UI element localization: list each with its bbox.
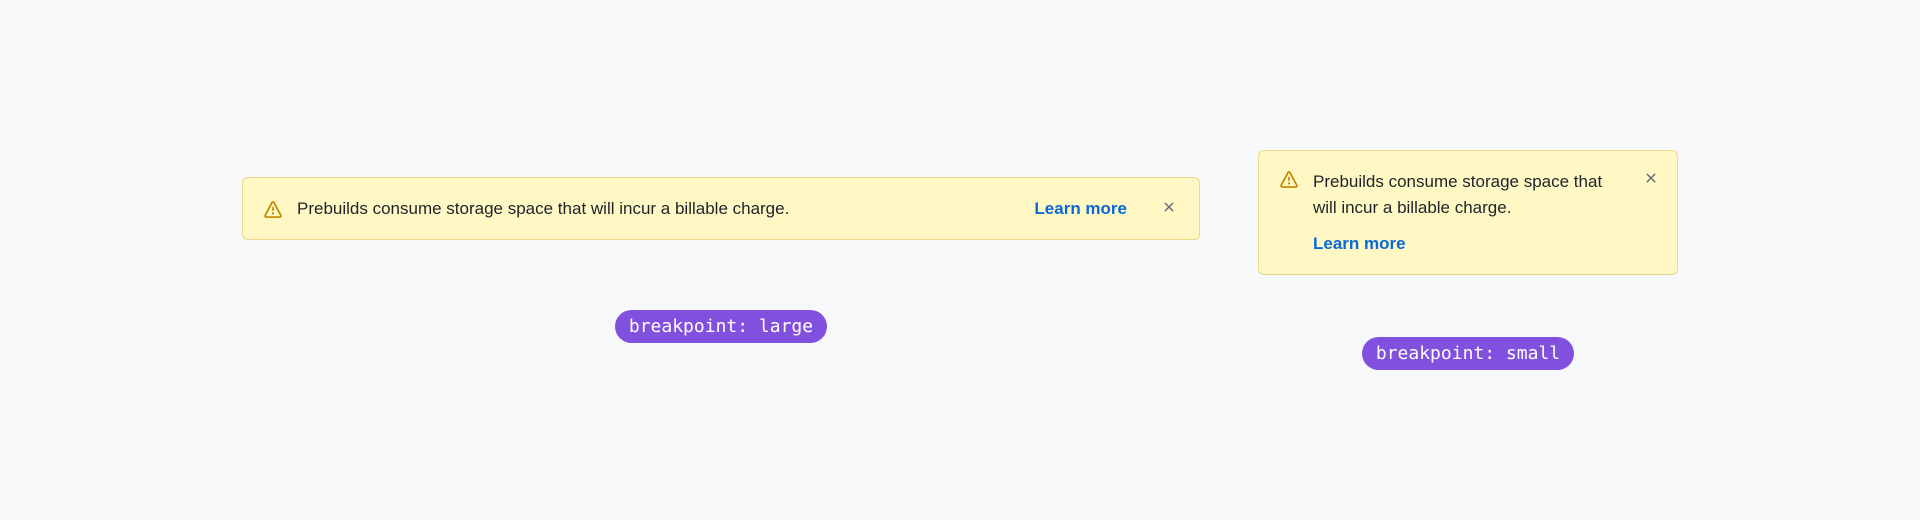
banner-text-block: Prebuilds consume storage space that wil… <box>1313 169 1629 220</box>
page-container: Prebuilds consume storage space that wil… <box>0 0 1920 520</box>
breakpoint-badge-small: breakpoint: small <box>1362 337 1574 370</box>
banner-content: Prebuilds consume storage space that wil… <box>263 196 1155 222</box>
close-icon <box>1643 170 1659 189</box>
close-button[interactable] <box>1159 199 1179 219</box>
breakpoint-badge-large: breakpoint: large <box>615 310 827 343</box>
banner-action-row: Learn more <box>1279 234 1657 254</box>
learn-more-link[interactable]: Learn more <box>1034 199 1127 219</box>
close-button[interactable] <box>1641 169 1661 189</box>
alert-icon <box>1279 170 1299 190</box>
warning-banner-large: Prebuilds consume storage space that wil… <box>242 177 1200 241</box>
learn-more-link[interactable]: Learn more <box>1313 234 1406 253</box>
warning-banner-small: Prebuilds consume storage space that wil… <box>1258 150 1678 275</box>
panel-large: Prebuilds consume storage space that wil… <box>242 177 1200 344</box>
close-icon <box>1161 199 1177 218</box>
panel-small: Prebuilds consume storage space that wil… <box>1258 150 1678 370</box>
banner-content: Prebuilds consume storage space that wil… <box>1279 169 1657 220</box>
banner-message: Prebuilds consume storage space that wil… <box>1313 172 1602 217</box>
banner-text-row: Prebuilds consume storage space that wil… <box>297 196 1155 222</box>
alert-icon <box>263 200 283 220</box>
banner-message: Prebuilds consume storage space that wil… <box>297 196 789 222</box>
